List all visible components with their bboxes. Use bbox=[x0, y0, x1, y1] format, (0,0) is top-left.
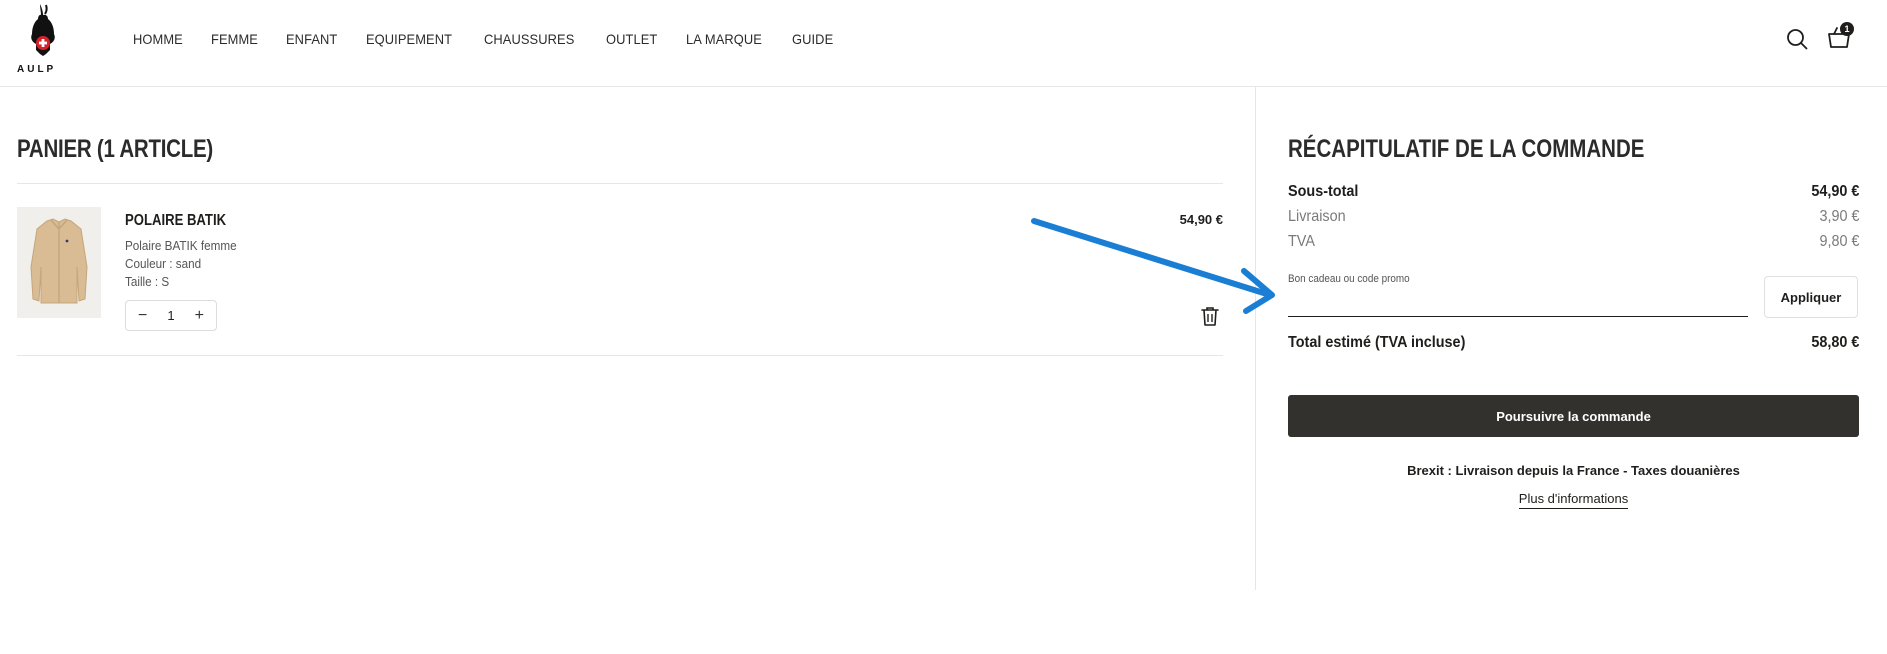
checkout-button[interactable]: Poursuivre la commande bbox=[1288, 395, 1859, 437]
product-image[interactable] bbox=[17, 207, 101, 318]
site-header: AULP HOMME FEMME ENFANT EQUIPEMENT CHAUS… bbox=[0, 0, 1887, 87]
nav-item-guide[interactable]: GUIDE bbox=[792, 31, 833, 47]
nav-item-outlet[interactable]: OUTLET bbox=[606, 31, 657, 47]
nav-item-chaussures[interactable]: CHAUSSURES bbox=[484, 31, 574, 47]
product-name[interactable]: POLAIRE BATIK bbox=[125, 212, 226, 230]
product-description: Polaire BATIK femme bbox=[125, 238, 237, 253]
tax-label: TVA bbox=[1288, 233, 1315, 250]
tax-value: 9,80 € bbox=[1818, 233, 1859, 250]
subtotal-value: 54,90 € bbox=[1810, 183, 1859, 200]
shipping-value: 3,90 € bbox=[1818, 208, 1859, 225]
cart-title: PANIER (1 ARTICLE) bbox=[17, 135, 214, 163]
quantity-stepper: − 1 + bbox=[125, 300, 217, 331]
cart-count-badge: 1 bbox=[1840, 22, 1854, 36]
annotation-arrow-icon bbox=[1031, 218, 1275, 314]
subtotal-label: Sous-total bbox=[1288, 183, 1359, 200]
total-label: Total estimé (TVA incluse) bbox=[1288, 334, 1466, 351]
order-summary-title: RÉCAPITULATIF DE LA COMMANDE bbox=[1288, 135, 1645, 163]
nav-item-la-marque[interactable]: LA MARQUE bbox=[686, 31, 762, 47]
nav-item-homme[interactable]: HOMME bbox=[133, 31, 183, 47]
brand-name: AULP bbox=[17, 64, 57, 75]
product-details: Polaire BATIK femme Couleur : sand Taill… bbox=[125, 237, 237, 291]
shipping-label: Livraison bbox=[1288, 208, 1346, 225]
nav-item-equipement[interactable]: EQUIPEMENT bbox=[366, 31, 452, 47]
more-info-link[interactable]: Plus d'informations bbox=[1518, 491, 1629, 509]
divider bbox=[17, 355, 1223, 356]
product-size: Taille : S bbox=[125, 274, 170, 289]
product-color: Couleur : sand bbox=[125, 256, 202, 271]
shipping-row: Livraison 3,90 € bbox=[1288, 208, 1859, 226]
more-info-container: Plus d'informations bbox=[1288, 491, 1859, 509]
increase-quantity-button[interactable]: + bbox=[195, 307, 204, 324]
nav-item-femme[interactable]: FEMME bbox=[211, 31, 258, 47]
brexit-notice: Brexit : Livraison depuis la France - Ta… bbox=[1407, 463, 1740, 478]
total-value: 58,80 € bbox=[1810, 334, 1859, 351]
column-divider bbox=[1255, 87, 1256, 590]
nav-item-enfant[interactable]: ENFANT bbox=[286, 31, 337, 47]
divider bbox=[17, 183, 1223, 184]
main-nav: HOMME FEMME ENFANT EQUIPEMENT CHAUSSURES… bbox=[133, 31, 861, 47]
promo-code-input[interactable] bbox=[1288, 282, 1748, 317]
decrease-quantity-button[interactable]: − bbox=[138, 307, 147, 324]
search-icon[interactable] bbox=[1786, 28, 1808, 50]
apply-promo-button[interactable]: Appliquer bbox=[1764, 276, 1858, 318]
tax-row: TVA 9,80 € bbox=[1288, 233, 1859, 251]
quantity-value[interactable]: 1 bbox=[167, 308, 174, 323]
subtotal-row: Sous-total 54,90 € bbox=[1288, 183, 1859, 201]
total-row: Total estimé (TVA incluse) 58,80 € bbox=[1288, 334, 1859, 352]
